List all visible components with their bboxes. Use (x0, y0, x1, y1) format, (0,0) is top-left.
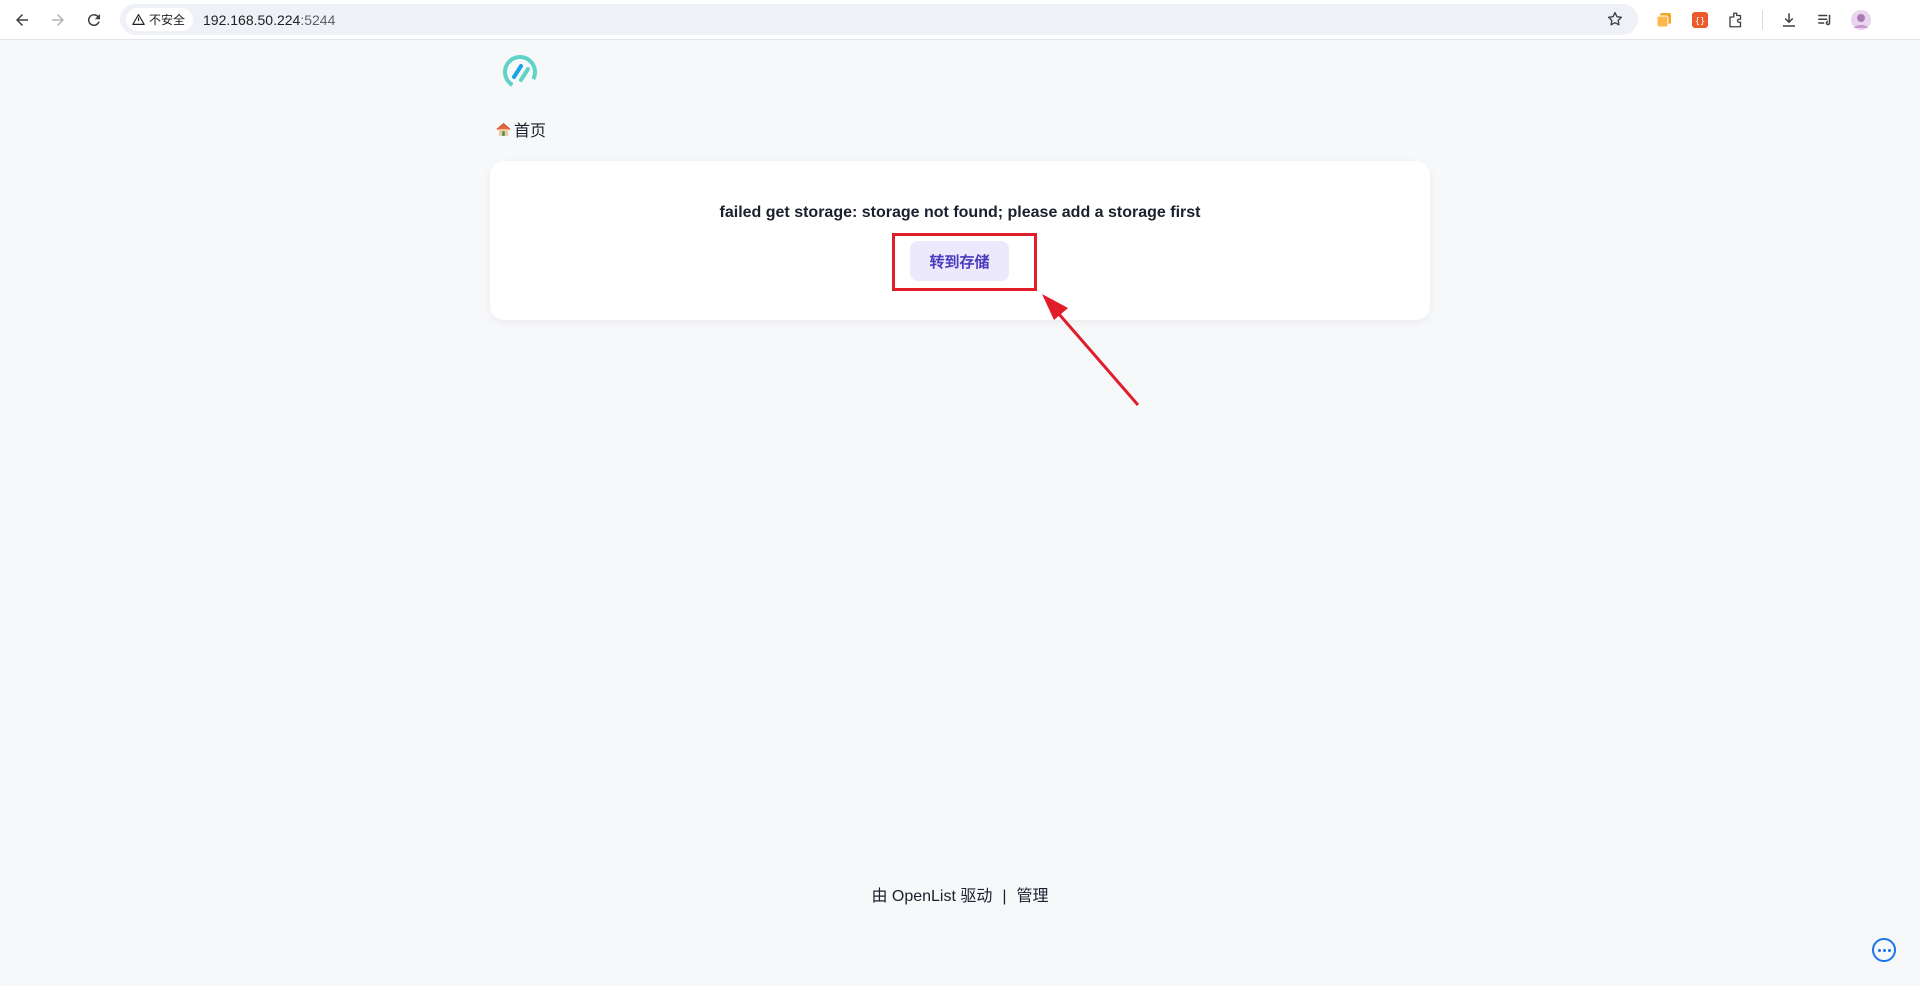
profile-avatar-icon[interactable] (1847, 6, 1875, 34)
openlist-logo-icon[interactable] (500, 52, 540, 92)
warning-icon (132, 14, 145, 25)
footer-separator: | (1002, 888, 1007, 905)
reload-icon (87, 13, 100, 26)
extension-json-icon[interactable]: {} (1686, 6, 1714, 34)
breadcrumb[interactable]: 首页 (495, 118, 546, 140)
back-button[interactable] (4, 4, 40, 36)
footer: 由 OpenList 驱动 | 管理 (0, 882, 1920, 906)
reload-button[interactable] (76, 4, 112, 36)
download-icon[interactable] (1775, 6, 1803, 34)
error-message: failed get storage: storage not found; p… (719, 204, 1201, 221)
address-bar[interactable]: 不安全 192.168.50.224:5244 (120, 4, 1638, 35)
url-text[interactable]: 192.168.50.224:5244 (203, 12, 335, 28)
more-icon[interactable] (1872, 938, 1896, 962)
svg-text:{}: {} (1695, 17, 1706, 27)
footer-powered-suffix: 驱动 (955, 888, 993, 905)
annotation-arrow-icon (1042, 294, 1140, 406)
forward-button[interactable] (40, 4, 76, 36)
extensions-area: {} (1650, 4, 1875, 36)
url-port: :5244 (300, 11, 336, 28)
media-control-icon[interactable] (1811, 6, 1839, 34)
security-label: 不安全 (149, 13, 186, 27)
footer-openlist-link[interactable]: OpenList (892, 888, 956, 905)
footer-powered-prefix: 由 (871, 888, 892, 905)
star-icon[interactable] (1606, 10, 1624, 28)
forward-icon (52, 13, 64, 26)
home-icon (496, 122, 511, 136)
breadcrumb-home-label: 首页 (514, 123, 547, 140)
security-chip[interactable]: 不安全 (126, 8, 194, 31)
extension-copy-icon[interactable] (1650, 6, 1678, 34)
toolbar-divider (1762, 10, 1763, 30)
url-host: 192.168.50.224 (203, 11, 301, 28)
browser-toolbar: 不安全 192.168.50.224:5244 {} (0, 0, 1920, 40)
back-icon (16, 13, 28, 26)
footer-manage-link[interactable]: 管理 (1017, 888, 1049, 905)
go-to-storage-button[interactable]: 转到存储 (910, 241, 1009, 281)
extensions-puzzle-icon[interactable] (1722, 6, 1750, 34)
